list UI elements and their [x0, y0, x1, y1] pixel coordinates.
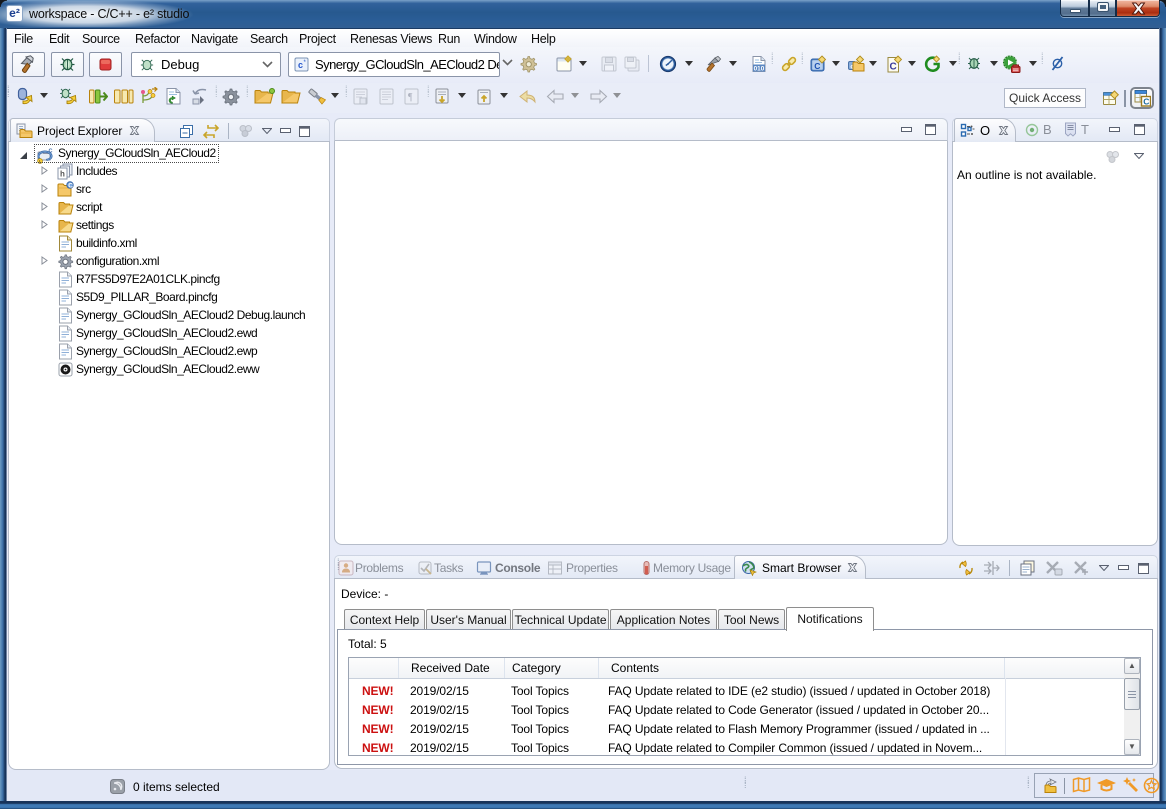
svg-text:c: c	[298, 60, 303, 70]
svg-text:C: C	[890, 62, 897, 73]
svg-text:010: 010	[754, 65, 765, 72]
svg-text:C: C	[68, 183, 73, 190]
svg-text:C: C	[814, 61, 820, 71]
svg-text:C: C	[1143, 97, 1149, 107]
svg-text:h: h	[60, 170, 65, 179]
svg-text:¶: ¶	[408, 92, 413, 103]
